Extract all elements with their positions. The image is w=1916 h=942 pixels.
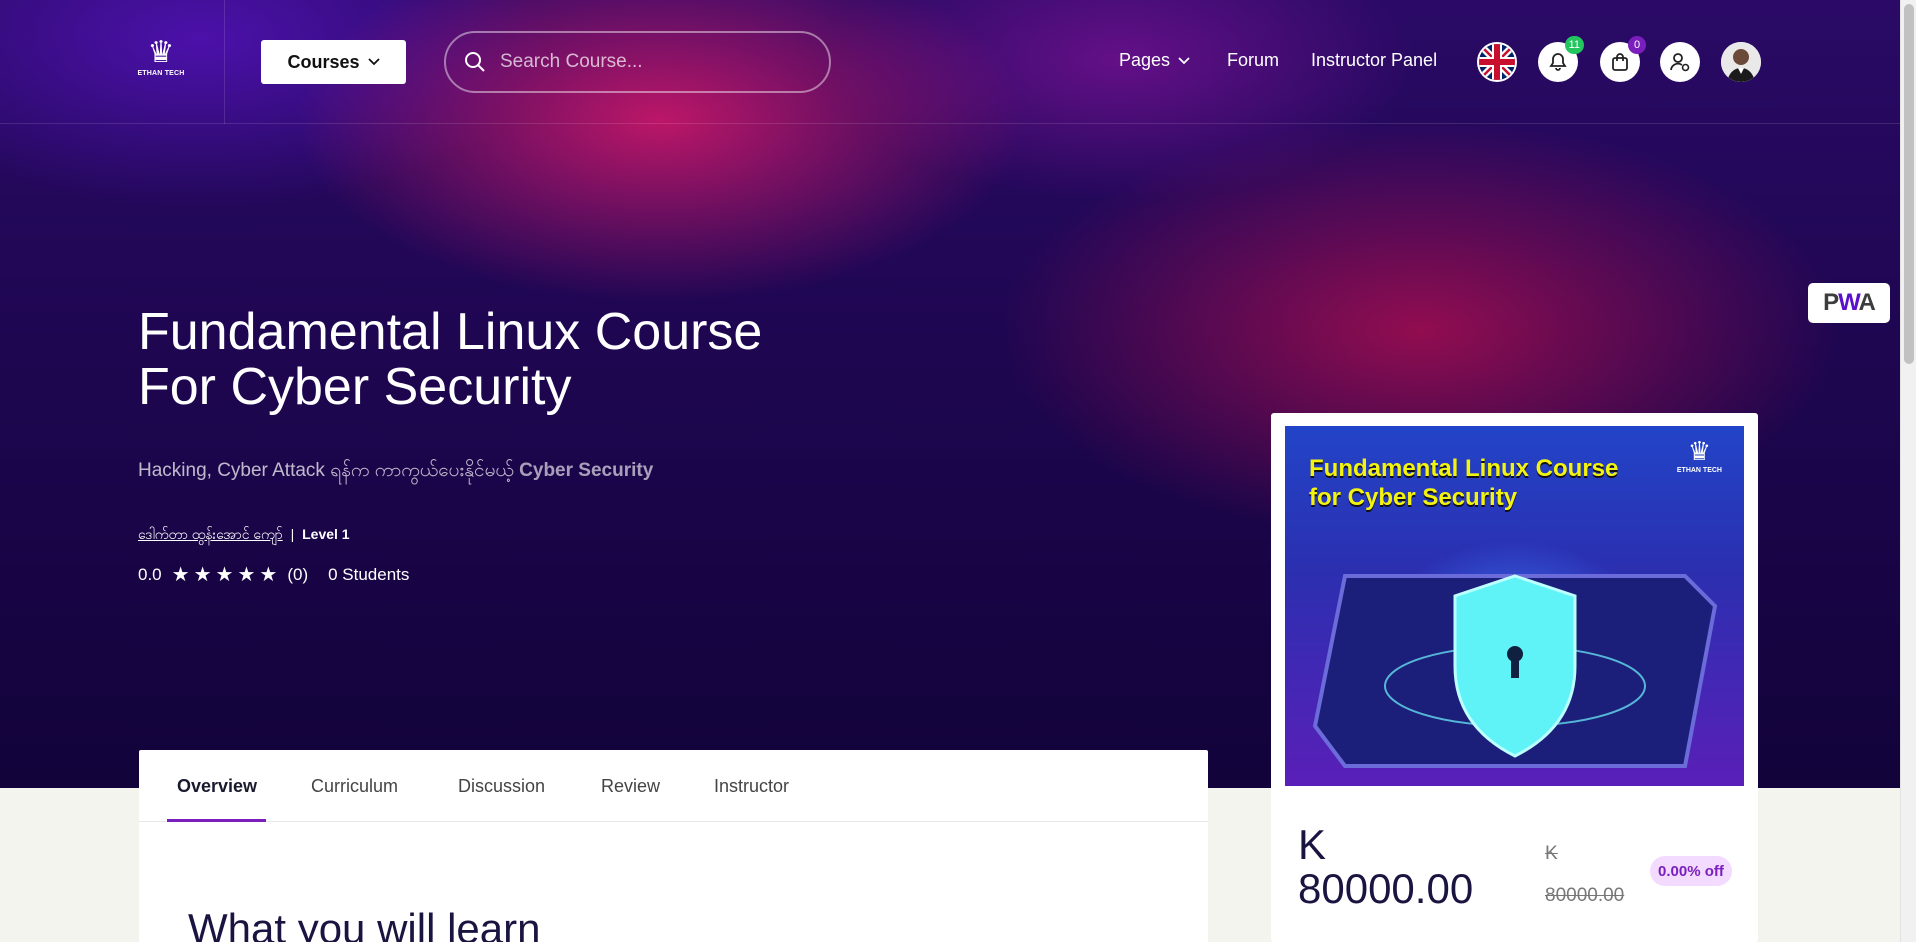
course-subtitle-highlight: Cyber Security [519,460,654,481]
search-icon [465,52,485,72]
course-purchase-card: Fundamental Linux Course for Cyber Secur… [1271,413,1758,942]
uk-flag-icon [1479,44,1515,80]
logo-torch-icon: ♛ [147,36,175,69]
discount-badge: 0.00% off [1650,856,1732,886]
notifications-button[interactable]: 11 [1538,36,1584,82]
instructor-link[interactable]: ဒေါက်တာ ထွန်းအောင် ကျော် [138,526,283,542]
site-header: ♛ ETHAN TECH Courses Pages Forum Instruc… [0,0,1900,124]
original-price: K 80000.00 [1545,833,1624,917]
nav-instructor-panel-label: Instructor Panel [1311,50,1438,70]
course-price: K 80000.00 [1298,823,1473,911]
bell-icon [1549,53,1567,71]
tab-curriculum[interactable]: Curriculum [311,776,398,797]
student-count: 0 Students [328,564,410,584]
course-thumbnail: Fundamental Linux Course for Cyber Secur… [1285,426,1744,786]
tab-discussion[interactable]: Discussion [458,776,545,797]
user-avatar[interactable] [1721,42,1761,82]
nav-forum-label: Forum [1227,50,1280,70]
course-meta: ဒေါက်တာ ထွန်းအောင် ကျော် | Level 1 [138,525,350,546]
course-level: Level 1 [302,526,350,542]
star-icon: ★ [193,564,212,586]
star-icon: ★ [259,564,278,586]
star-icon: ★ [171,564,190,586]
courses-dropdown-button[interactable]: Courses [261,40,406,84]
pwa-install-button[interactable]: PWA [1808,283,1890,323]
active-tab-indicator [167,819,266,822]
original-price-value: 80000.00 [1545,885,1625,906]
search-input[interactable] [500,51,800,73]
nav-instructor-panel[interactable]: Instructor Panel [1311,50,1437,71]
site-logo[interactable]: ♛ ETHAN TECH [136,36,186,88]
search-box[interactable] [444,31,831,93]
shopping-bag-icon [1612,53,1628,71]
course-title: Fundamental Linux Course For Cyber Secur… [138,303,763,416]
user-gear-icon [1670,53,1690,72]
tab-review[interactable]: Review [601,776,660,797]
star-icon: ★ [237,564,256,586]
chevron-down-icon [367,58,380,66]
nav-pages-label: Pages [1119,50,1171,70]
scrollbar-thumb[interactable] [1904,4,1914,364]
account-settings-button[interactable] [1660,42,1700,82]
price-currency: K [1298,821,1327,868]
course-rating: 0.0 ★ ★ ★ ★ ★ (0) 0 Students [138,562,409,587]
review-count: (0) [287,564,309,584]
course-subtitle: Hacking, Cyber Attack ရန်က ကာကွယ်ပေးနိုင… [138,458,653,486]
course-details-card: Overview Curriculum Discussion Review In… [139,750,1208,942]
star-icon: ★ [215,564,234,586]
shield-lock-icon [1312,574,1718,768]
logo-text: ETHAN TECH [137,70,185,77]
course-tabs: Overview Curriculum Discussion Review In… [139,750,1208,822]
meta-separator: | [290,526,295,542]
pwa-label: PWA [1823,289,1876,316]
tab-instructor[interactable]: Instructor [714,776,789,797]
cart-button[interactable]: 0 [1600,36,1646,82]
rating-value: 0.0 [138,564,162,584]
cart-count-badge: 0 [1628,36,1646,54]
courses-label: Courses [287,51,360,72]
course-subtitle-text: Hacking, Cyber Attack ရန်က ကာကွယ်ပေးနိုင… [138,460,514,481]
chevron-down-icon [1178,56,1190,64]
page-scrollbar[interactable] [1900,0,1916,942]
logo-divider [224,0,225,124]
notifications-count-badge: 11 [1564,36,1584,54]
original-price-currency: K [1545,843,1558,864]
nav-pages[interactable]: Pages [1119,50,1190,71]
rating-stars: ★ ★ ★ ★ ★ [172,562,278,587]
avatar-image [1721,42,1761,82]
section-title: What you will learn [188,905,541,942]
tab-overview[interactable]: Overview [177,776,257,797]
price-value: 80000.00 [1298,865,1474,912]
language-flag-button[interactable] [1477,42,1517,82]
nav-forum[interactable]: Forum [1227,50,1279,71]
